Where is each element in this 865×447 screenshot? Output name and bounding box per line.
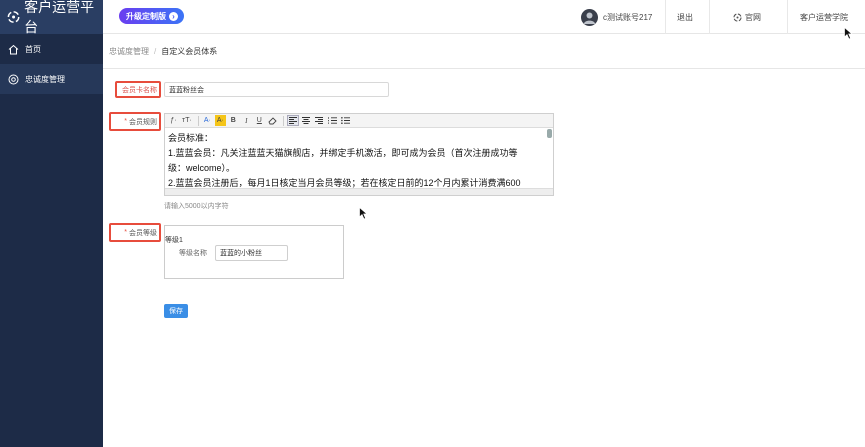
font-size-button[interactable]: тT·	[181, 115, 193, 126]
app-title: 客户运营平台	[24, 0, 95, 35]
mouse-cursor-icon	[359, 207, 368, 220]
upgrade-button[interactable]: 升级定制版 ›	[119, 8, 184, 24]
logout-link[interactable]: 退出	[677, 0, 693, 34]
level-name-input[interactable]: 蓝蓝的小粉丝	[215, 245, 288, 261]
underline-button[interactable]: U	[254, 115, 265, 126]
save-button[interactable]: 保存	[164, 304, 188, 318]
top-header: 升级定制版 › c测试账号217 退出 官网 客户运营学院	[103, 0, 865, 34]
avatar	[581, 8, 598, 26]
breadcrumb: 忠诚度管理 / 自定义会员体系	[103, 34, 865, 69]
sidebar-item-home[interactable]: 首页	[0, 34, 103, 64]
app-logo[interactable]: 客户运营平台	[0, 0, 103, 35]
sidebar-item-label: 忠诚度管理	[25, 74, 65, 84]
level-label-text: 会员等级	[129, 229, 157, 237]
eraser-icon[interactable]	[267, 115, 278, 126]
rules-label: * 会员规则	[109, 112, 157, 131]
main-content: 会员卡名称 蓝蓝粉丝会 * 会员规则 ƒ· тT· A· A· B I U 会员…	[103, 70, 865, 447]
level-name-label: 等级名称	[179, 249, 207, 257]
breadcrumb-parent[interactable]: 忠诚度管理	[109, 46, 149, 57]
ordered-list-icon[interactable]	[327, 115, 338, 126]
divider	[709, 0, 710, 34]
sidebar-item-loyalty[interactable]: 忠诚度管理	[0, 64, 103, 94]
editor-toolbar: ƒ· тT· A· A· B I U	[165, 114, 553, 128]
user-menu[interactable]: c测试账号217	[581, 0, 652, 34]
editor-line: 1.蓝蓝会员：凡关注蓝蓝天猫旗舰店，并绑定手机激活，即可成为会员（首次注册成功等	[168, 148, 518, 158]
font-color-button[interactable]: A·	[202, 115, 213, 126]
unordered-list-icon[interactable]	[340, 115, 351, 126]
align-left-icon[interactable]	[286, 115, 299, 126]
loyalty-icon	[7, 73, 20, 86]
rich-text-editor[interactable]: ƒ· тT· A· A· B I U 会员标准： 1.蓝蓝会员：凡关注蓝蓝天猫旗…	[164, 113, 554, 196]
logo-icon	[7, 11, 20, 23]
editor-resize-handle[interactable]	[165, 188, 553, 195]
italic-button[interactable]: I	[241, 115, 252, 126]
required-mark: *	[124, 229, 127, 236]
divider	[197, 115, 199, 126]
font-family-button[interactable]: ƒ·	[168, 115, 179, 126]
align-right-icon[interactable]	[314, 115, 325, 126]
user-name: c测试账号217	[603, 12, 653, 22]
rules-label-text: 会员规则	[129, 118, 157, 126]
academy-link[interactable]: 客户运营学院	[800, 0, 848, 34]
home-icon	[7, 43, 20, 56]
card-name-input[interactable]: 蓝蓝粉丝会	[164, 82, 389, 97]
breadcrumb-separator: /	[154, 46, 157, 56]
sidebar: 客户运营平台 首页 忠诚度管理	[0, 0, 103, 447]
level-title: 等级1	[165, 237, 183, 244]
breadcrumb-current: 自定义会员体系	[161, 46, 218, 56]
divider	[665, 0, 666, 34]
official-site-icon	[733, 12, 742, 22]
editor-line: 会员标准：	[168, 133, 214, 143]
editor-line: 2.蓝蓝会员注册后，每月1日核定当月会员等级；若在核定日前的12个月内累计消费满…	[168, 178, 521, 188]
card-name-label: 会员卡名称	[122, 86, 157, 94]
editor-line: 级：welcome）。	[168, 163, 236, 173]
editor-content[interactable]: 会员标准： 1.蓝蓝会员：凡关注蓝蓝天猫旗舰店，并绑定手机激活，即可成为会员（首…	[165, 128, 553, 188]
divider	[282, 115, 284, 126]
editor-scrollbar[interactable]	[547, 129, 552, 138]
bg-color-button[interactable]: A·	[214, 115, 226, 126]
mouse-cursor-icon	[844, 27, 853, 40]
level-card: 等级1 等级名称 蓝蓝的小粉丝	[164, 225, 344, 279]
level-label: * 会员等级	[109, 223, 157, 242]
official-site-label: 官网	[745, 12, 761, 22]
bold-button[interactable]: B	[228, 115, 239, 126]
sidebar-item-label: 首页	[25, 44, 41, 54]
official-site-link[interactable]: 官网	[733, 0, 761, 34]
align-center-icon[interactable]	[301, 115, 312, 126]
arrow-right-icon: ›	[169, 11, 178, 21]
required-mark: *	[124, 118, 127, 125]
upgrade-label: 升级定制版	[126, 11, 166, 21]
rules-hint: 请输入5000以内字符	[164, 203, 229, 210]
divider	[787, 0, 788, 34]
